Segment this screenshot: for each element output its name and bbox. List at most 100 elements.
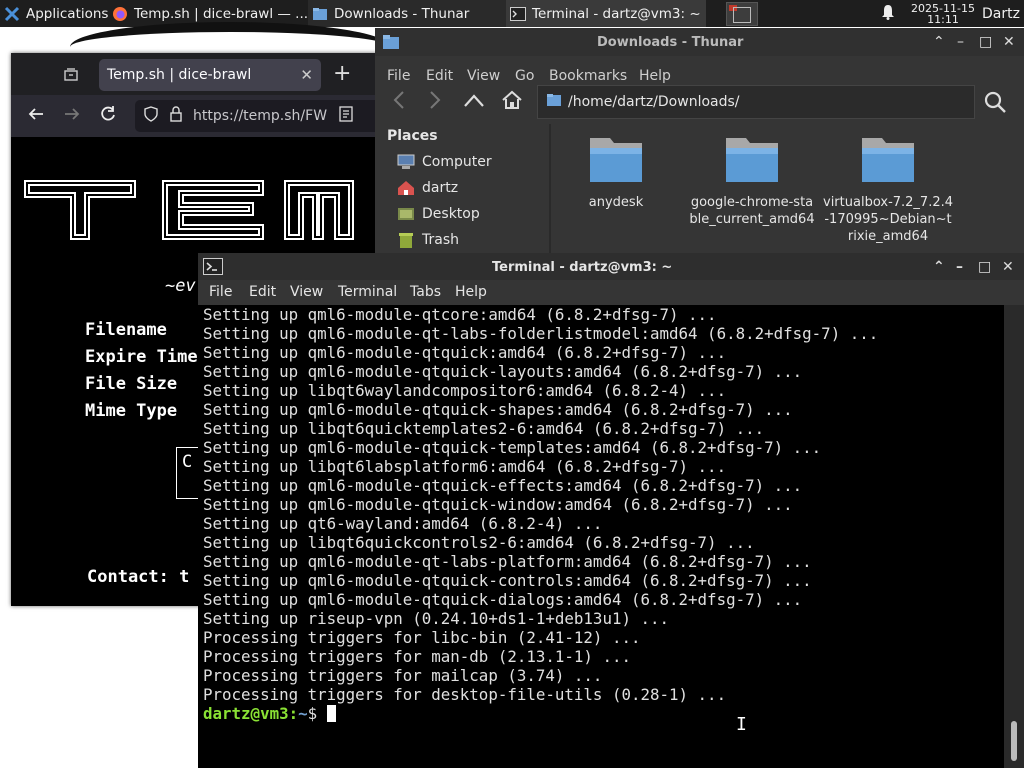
terminal-line: Setting up qml6-module-qtquick-dialogs:a… — [203, 590, 803, 609]
parent-folder-icon[interactable] — [463, 92, 485, 112]
close-button[interactable]: ✕ — [1002, 259, 1014, 275]
forward-icon[interactable] — [427, 90, 443, 114]
menu-help[interactable]: Help — [639, 68, 671, 84]
user-label: Dartz — [982, 5, 1020, 22]
prompt-line: dartz@vm3:~$ — [198, 704, 1004, 723]
mouse-ibeam-cursor: I — [736, 714, 747, 735]
firefox-tab-bar: Temp.sh | dice-brawl ✕ + — [11, 53, 381, 95]
shade-button[interactable]: ⌃ — [933, 259, 945, 275]
terminal-line: Setting up qml6-module-qtcore:amd64 (6.8… — [203, 305, 717, 324]
menu-file[interactable]: File — [209, 284, 232, 300]
terminal-line: Setting up qml6-module-qtquick:amd64 (6.… — [203, 343, 727, 362]
terminal-line: Processing triggers for mailcap (3.74) .… — [203, 666, 603, 685]
menu-bookmarks[interactable]: Bookmarks — [549, 68, 627, 84]
user-menu[interactable]: Dartz — [978, 0, 1024, 27]
tab-overview-icon[interactable] — [63, 66, 79, 86]
applications-menu[interactable]: Applications — [0, 0, 108, 27]
terminal-line: Setting up qml6-module-qtquick-shapes:am… — [203, 400, 793, 419]
close-tab-icon[interactable]: ✕ — [300, 66, 313, 84]
trash-icon — [397, 232, 415, 248]
maximize-button[interactable]: □ — [979, 34, 992, 50]
shield-icon[interactable] — [143, 106, 159, 126]
home-folder-icon — [397, 180, 415, 196]
menu-tabs[interactable]: Tabs — [410, 284, 441, 300]
workspace-switcher[interactable] — [706, 0, 766, 27]
scrollbar-thumb[interactable] — [1011, 721, 1017, 761]
menu-view[interactable]: View — [467, 68, 500, 84]
notification-button[interactable] — [868, 0, 908, 27]
location-path: /home/dartz/Downloads/ — [568, 94, 740, 110]
shade-button[interactable]: ⌃ — [933, 34, 945, 50]
menu-file[interactable]: File — [387, 68, 410, 84]
clock[interactable]: 2025-11-15 11:11 — [908, 0, 978, 27]
new-tab-icon[interactable]: + — [333, 61, 351, 86]
firefox-icon — [112, 6, 128, 22]
minimize-button[interactable]: – — [957, 34, 964, 50]
menu-edit[interactable]: Edit — [249, 284, 276, 300]
applications-label: Applications — [26, 5, 108, 22]
url-bar[interactable]: https://temp.sh/FW — [135, 100, 385, 132]
minimize-button[interactable]: – — [956, 259, 963, 275]
task-terminal[interactable]: Terminal - dartz@vm3: ~ — [506, 0, 706, 27]
terminal-line: Processing triggers for desktop-file-uti… — [203, 685, 727, 704]
file-name: anydesk — [588, 195, 644, 210]
menu-terminal[interactable]: Terminal — [338, 284, 397, 300]
place-trash[interactable]: Trash — [397, 232, 459, 248]
terminal-line: Setting up libqt6quickcontrols2-6:amd64 … — [203, 533, 755, 552]
place-label: dartz — [422, 180, 459, 196]
tab-title: Temp.sh | dice-brawl — [107, 67, 252, 83]
file-item[interactable]: anydesk — [551, 134, 681, 211]
taskbar: Applications Temp.sh | dice-brawl — ... … — [0, 0, 1024, 27]
folder-icon — [862, 138, 914, 182]
file-name: virtualbox-7.2_7.2.4-170995~Debian~trixi… — [823, 195, 954, 244]
prompt-separator: : — [288, 704, 299, 723]
file-item[interactable]: google-chrome-stable_current_amd64 — [687, 134, 817, 228]
xfce-logo-icon — [4, 6, 20, 22]
computer-icon — [397, 154, 415, 170]
back-icon[interactable] — [27, 105, 45, 127]
clock-date: 2025-11-15 — [911, 1, 975, 15]
prompt-symbol: $ — [307, 704, 318, 723]
menu-go[interactable]: Go — [515, 68, 534, 84]
terminal-line: Setting up qml6-module-qtquick-templates… — [203, 438, 822, 457]
maximize-button[interactable]: □ — [978, 259, 991, 275]
terminal-line: Processing triggers for libc-bin (2.41-1… — [203, 628, 641, 647]
reload-icon[interactable] — [99, 105, 117, 127]
browser-tab[interactable]: Temp.sh | dice-brawl ✕ — [99, 59, 321, 91]
terminal-scrollbar[interactable] — [1004, 305, 1024, 768]
menu-edit[interactable]: Edit — [426, 68, 453, 84]
field-label: File Size — [85, 374, 178, 394]
menu-help[interactable]: Help — [455, 284, 487, 300]
terminal-line: Setting up qml6-module-qtquick-window:am… — [203, 495, 793, 514]
terminal-line: Setting up libqt6quicktemplates2-6:amd64… — [203, 419, 765, 438]
reader-view-icon[interactable] — [339, 106, 353, 126]
folder-icon — [590, 138, 642, 182]
menu-view[interactable]: View — [290, 284, 323, 300]
terminal-line: Setting up qml6-module-qt-labs-folderlis… — [203, 324, 879, 343]
place-computer[interactable]: Computer — [397, 154, 492, 170]
bell-icon — [881, 4, 895, 24]
temp-logo — [23, 175, 393, 245]
window-title: Terminal - dartz@vm3: ~ — [492, 260, 673, 275]
search-icon[interactable] — [983, 90, 1007, 118]
workspace-icon — [726, 1, 758, 26]
thunar-app-icon — [382, 34, 400, 54]
task-label: Temp.sh | dice-brawl — ... — [134, 5, 308, 22]
terminal-line: Setting up qml6-module-qtquick-effects:a… — [203, 476, 803, 495]
place-home[interactable]: dartz — [397, 180, 458, 196]
file-name: google-chrome-stable_current_amd64 — [689, 195, 815, 227]
home-icon[interactable] — [501, 90, 523, 114]
place-desktop[interactable]: Desktop — [397, 206, 480, 222]
terminal-output[interactable]: Setting up qml6-module-qtcore:amd64 (6.8… — [198, 305, 1004, 768]
back-icon[interactable] — [391, 90, 407, 114]
lock-icon[interactable] — [169, 106, 183, 126]
file-item[interactable]: virtualbox-7.2_7.2.4-170995~Debian~trixi… — [823, 134, 953, 245]
task-label: Downloads - Thunar — [334, 5, 470, 22]
terminal-menubar: File Edit View Terminal Tabs Help — [198, 280, 1024, 305]
forward-icon[interactable] — [63, 105, 81, 127]
window-title: Downloads - Thunar — [597, 35, 744, 50]
task-thunar[interactable]: Downloads - Thunar — [308, 0, 506, 27]
terminal-line: Processing triggers for man-db (2.13.1-1… — [203, 647, 631, 666]
close-button[interactable]: ✕ — [1003, 34, 1015, 50]
location-bar[interactable]: /home/dartz/Downloads/ — [537, 85, 975, 119]
